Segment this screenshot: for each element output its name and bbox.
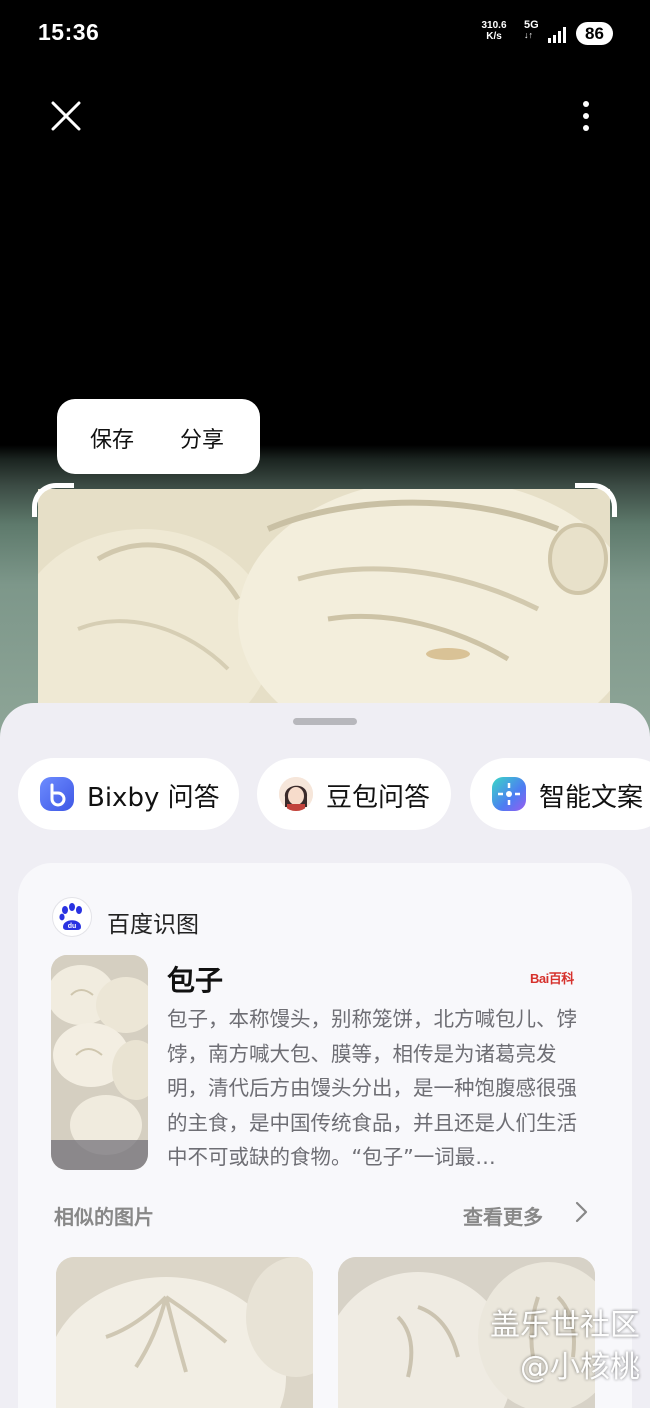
chevron-right-icon[interactable] [572, 1197, 592, 1227]
result-thumbnail[interactable] [51, 955, 148, 1170]
data-arrows-icon: ↓↑ [524, 30, 533, 40]
similar-image[interactable] [56, 1257, 313, 1408]
network-speed-unit: K/s [486, 31, 502, 42]
more-vertical-icon[interactable] [574, 96, 598, 136]
result-title: 包子 [167, 964, 224, 997]
chip-bixby-qa[interactable]: Bixby 问答 [18, 758, 239, 830]
network-speed-value: 310.6 [481, 20, 507, 31]
results-bottom-sheet: Bixby 问答 豆包问答 智能文案 du 百度识图 包子 Bai百科 包子，本… [0, 703, 650, 1408]
image-action-popup: 保存 分享 [57, 399, 260, 474]
svg-text:du: du [68, 923, 77, 930]
selected-image-crop[interactable] [38, 489, 610, 729]
chip-doubao-qa[interactable]: 豆包问答 [257, 758, 451, 830]
battery-level: 86 [576, 22, 613, 45]
community-watermark: 盖乐世社区 @小核桃 [460, 1305, 640, 1389]
bun-photo [38, 489, 610, 729]
network-speed: 310.6 K/s [476, 20, 512, 42]
bixby-icon [40, 777, 74, 811]
chip-label: 豆包问答 [326, 783, 431, 813]
status-time: 15:36 [38, 19, 100, 45]
sheet-drag-handle[interactable] [293, 718, 357, 725]
see-more-link[interactable]: 查看更多 [463, 1201, 543, 1230]
chip-smart-copy[interactable]: 智能文案 [470, 758, 650, 830]
chip-label: 智能文案 [539, 783, 644, 813]
share-button[interactable]: 分享 [180, 422, 224, 454]
source-name: 百度识图 [107, 912, 199, 938]
smart-copy-icon [492, 777, 526, 811]
chip-label: Bixby 问答 [87, 783, 220, 813]
watermark-line-1: 盖乐世社区 [490, 1308, 640, 1343]
baidu-baike-logo: Bai百科 [530, 971, 574, 986]
status-bar: 15:36 310.6 K/s 5G ↓↑ 86 [0, 0, 650, 70]
network-type: 5G ↓↑ [524, 20, 539, 40]
save-button[interactable]: 保存 [90, 422, 134, 454]
signal-icon [548, 27, 566, 43]
baidu-paw-icon: du [52, 897, 92, 937]
watermark-line-2: @小核桃 [520, 1350, 640, 1385]
similar-images-label: 相似的图片 [54, 1205, 154, 1229]
close-icon[interactable] [46, 96, 86, 136]
doubao-avatar-icon [279, 777, 313, 811]
result-description: 包子，本称馒头，别称笼饼，北方喊包儿、饽饽，南方喊大包、膜等，相传是为诸葛亮发明… [167, 1007, 577, 1169]
